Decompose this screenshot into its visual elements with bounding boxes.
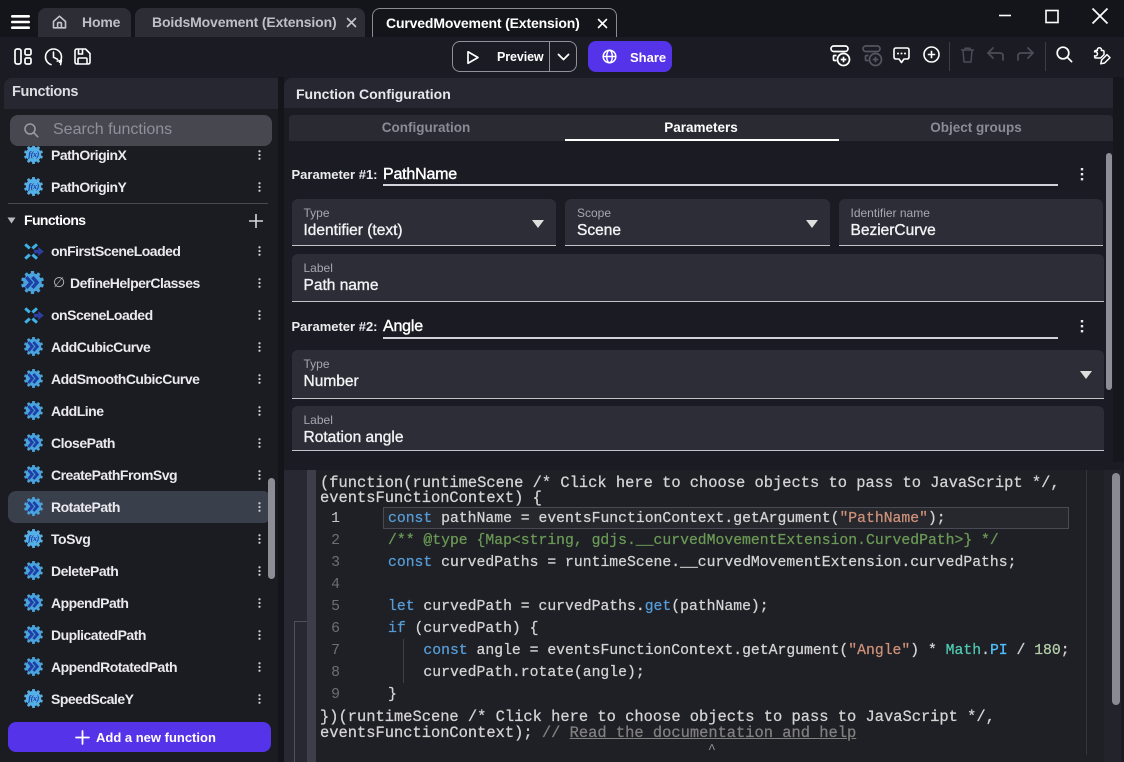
svg-text:f(x): f(x) — [28, 534, 39, 543]
svg-text:f(x): f(x) — [28, 694, 39, 703]
svg-text:f(x): f(x) — [28, 150, 39, 159]
svg-text:f(x): f(x) — [28, 182, 39, 191]
